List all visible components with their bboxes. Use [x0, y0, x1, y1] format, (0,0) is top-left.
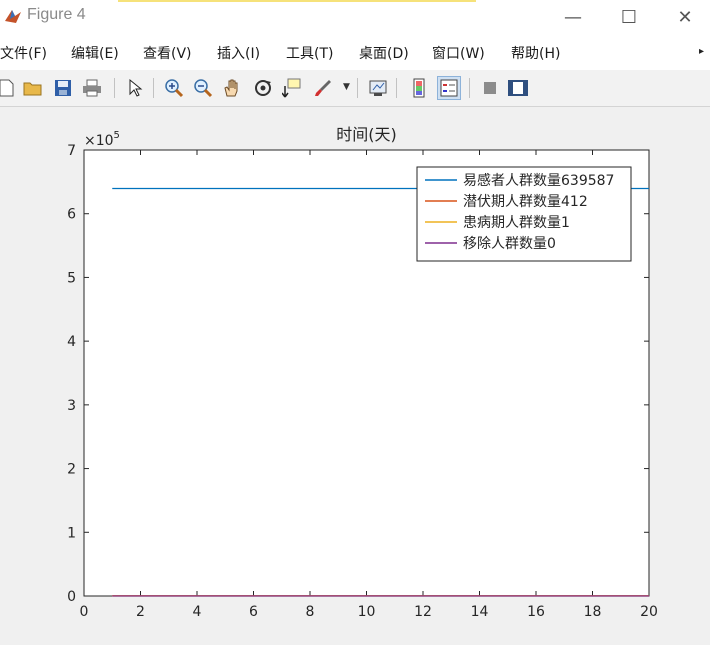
x-tick-label: 6 [249, 604, 258, 620]
show-plot-tools-button[interactable] [506, 76, 530, 100]
menu-help[interactable]: 帮助(H) [511, 43, 560, 63]
pan-button[interactable] [220, 76, 244, 100]
menu-window[interactable]: 窗口(W) [432, 43, 485, 63]
x-tick-label: 0 [80, 604, 89, 620]
select-pointer-button[interactable] [123, 76, 147, 100]
y-exponent-label: ×105 [84, 130, 120, 149]
hide-plot-tools-icon [484, 82, 496, 94]
legend-label: 患病期人群数量1 [463, 215, 570, 231]
open-file-icon [23, 82, 42, 96]
legend-label: 移除人群数量0 [463, 236, 556, 252]
rotate-3d-button[interactable] [251, 76, 275, 100]
print-icon [83, 79, 101, 97]
legend-button[interactable] [437, 76, 461, 100]
minimize-icon: — [564, 6, 582, 28]
figure-toolbar: ▼ [0, 70, 710, 107]
menu-desktop[interactable]: 桌面(D) [359, 43, 409, 63]
line-chart: 0 2 4 6 8 10 12 14 16 18 2001234567 时间(天) ×105 易感者… [67, 125, 658, 620]
y-tick-label: 6 [67, 207, 76, 223]
zoom-out-button[interactable] [191, 76, 215, 100]
chart-title: 时间(天) [336, 125, 397, 144]
pan-hand-icon [224, 79, 238, 97]
y-tick-label: 0 [67, 589, 76, 605]
x-tick-label: 16 [527, 604, 545, 620]
window-title: Figure 4 [27, 6, 86, 23]
menu-view[interactable]: 查看(V) [143, 43, 192, 63]
zoom-in-button[interactable] [162, 76, 186, 100]
show-plot-tools-icon [508, 80, 528, 96]
minimize-button[interactable]: — [550, 2, 596, 32]
y-tick-label: 4 [67, 334, 76, 350]
figure-canvas: 0 2 4 6 8 10 12 14 16 18 20 0 1 2 3 4 5 6 7 时间(天) ×105 易感者… [0, 107, 710, 645]
link-plot-button[interactable] [366, 76, 390, 100]
y-exponent-base: ×10 [84, 133, 114, 149]
print-button[interactable] [80, 76, 104, 100]
menu-insert[interactable]: 插入(I) [217, 43, 260, 63]
select-pointer-icon [129, 78, 143, 97]
close-button[interactable]: ✕ [662, 2, 708, 32]
close-icon: ✕ [677, 6, 693, 28]
save-button[interactable] [51, 76, 75, 100]
colorbar-icon [413, 78, 425, 98]
data-cursor-icon [282, 78, 301, 98]
title-accent-strip [118, 0, 476, 2]
y-tick-label: 3 [67, 398, 76, 414]
x-tick-label: 12 [414, 604, 432, 620]
link-plot-icon [369, 80, 387, 96]
zoom-out-icon [194, 79, 213, 98]
menu-overflow-icon[interactable]: ▸ [699, 46, 704, 57]
y-tick-label: 2 [67, 462, 76, 478]
rotate-3d-icon [255, 80, 271, 96]
menu-bar: 文件(F) 编辑(E) 查看(V) 插入(I) 工具(T) 桌面(D) 窗口(W… [0, 34, 710, 70]
save-icon [55, 80, 71, 96]
colorbar-button[interactable] [407, 76, 431, 100]
menu-tools[interactable]: 工具(T) [286, 43, 333, 63]
x-tick-label: 2 [136, 604, 145, 620]
title-bar: Figure 4 — ☐ ✕ [0, 0, 710, 34]
chart-legend[interactable]: 易感者人群数量639587 潜伏期人群数量412 患病期人群数量1 移除人群数量0 [416, 166, 632, 262]
hide-plot-tools-button[interactable] [478, 76, 502, 100]
x-tick-label: 8 [306, 604, 315, 620]
brush-button[interactable] [311, 76, 335, 100]
menu-edit[interactable]: 编辑(E) [71, 43, 119, 63]
y-tick-label: 7 [67, 143, 76, 159]
matlab-logo-icon [5, 10, 21, 23]
y-tick-label: 5 [67, 270, 76, 286]
x-tick-label: 14 [471, 604, 489, 620]
y-tick-label: 1 [67, 525, 76, 541]
legend-label: 易感者人群数量639587 [463, 172, 614, 189]
maximize-icon: ☐ [620, 6, 638, 28]
y-exponent-power: 5 [114, 130, 120, 141]
legend-icon [440, 79, 458, 97]
new-figure-icon [0, 79, 14, 97]
legend-label: 潜伏期人群数量412 [463, 194, 588, 210]
x-tick-label: 18 [584, 604, 602, 620]
brush-dropdown-icon[interactable]: ▼ [343, 82, 350, 92]
x-tick-label: 10 [358, 604, 376, 620]
zoom-in-icon [165, 79, 184, 98]
x-tick-label: 4 [193, 604, 202, 620]
x-tick-label: 20 [640, 604, 658, 620]
data-cursor-button[interactable] [280, 76, 304, 100]
open-file-button[interactable] [21, 76, 45, 100]
new-figure-button[interactable] [0, 76, 18, 100]
menu-file[interactable]: 文件(F) [0, 43, 47, 63]
brush-icon [315, 80, 331, 96]
maximize-button[interactable]: ☐ [606, 2, 652, 32]
